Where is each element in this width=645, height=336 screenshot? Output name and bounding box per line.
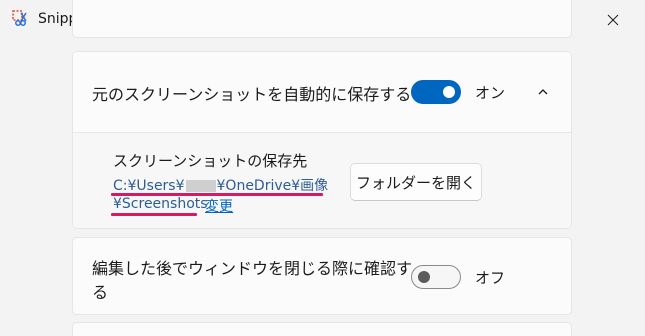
highlight-underline (111, 213, 197, 216)
toggle-knob (418, 271, 430, 283)
open-folder-button[interactable]: フォルダーを開く (350, 163, 482, 201)
auto-save-label: 元のスクリーンショットを自動的に保存する (92, 85, 412, 104)
confirm-close-label-line2: る (92, 283, 109, 302)
confirm-close-label-line1: 編集した後でウィンドウを閉じる際に確認す (92, 259, 413, 278)
chevron-up-icon[interactable] (536, 84, 550, 98)
change-location-link[interactable]: 変更 (205, 196, 233, 216)
previous-setting-card (72, 0, 572, 38)
close-icon (607, 14, 619, 26)
save-path-line2: ¥Screenshots (113, 196, 208, 212)
snipping-tool-icon (12, 10, 30, 28)
auto-save-toggle[interactable] (411, 80, 461, 104)
save-path-suffix: ¥OneDrive¥画像 (216, 178, 329, 194)
next-setting-card (72, 322, 572, 336)
redacted-username (185, 180, 216, 192)
toggle-knob (443, 86, 455, 98)
snipping-tool-window: Snipping Tool 元のスクリーンショットを自動的に保存する オン (0, 0, 645, 336)
save-path-prefix: C:¥Users¥ (113, 178, 185, 194)
auto-save-toggle-text: オン (475, 84, 506, 102)
confirm-close-toggle-text: オフ (475, 269, 506, 287)
confirm-close-toggle[interactable] (411, 265, 461, 289)
close-button[interactable] (590, 0, 636, 40)
save-location-heading: スクリーンショットの保存先 (113, 152, 308, 170)
save-path-line1: C:¥Users¥ ¥OneDrive¥画像 (113, 175, 328, 195)
